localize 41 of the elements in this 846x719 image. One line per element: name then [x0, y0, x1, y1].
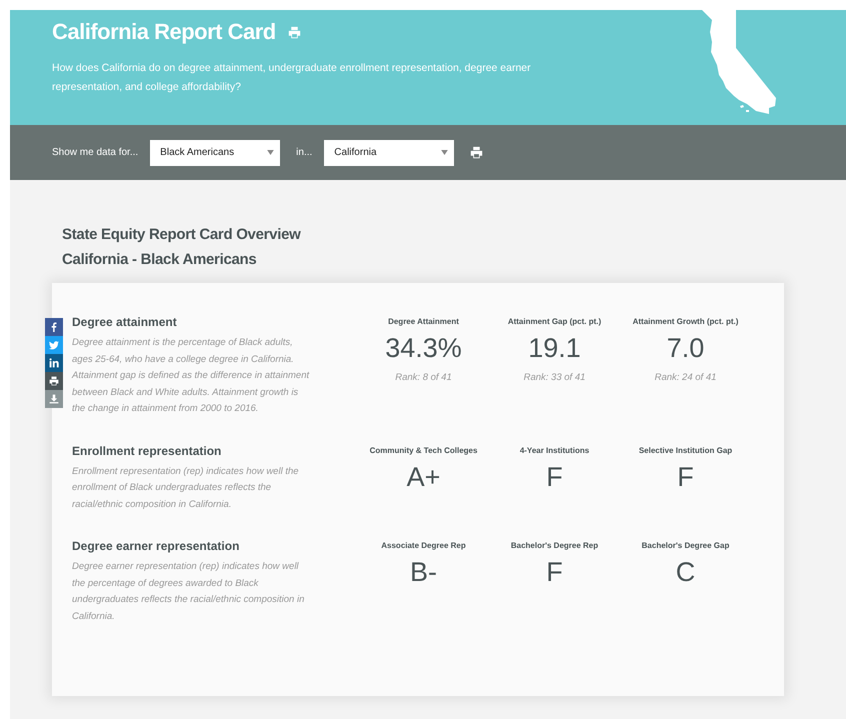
- section-subheading: California - Black Americans: [62, 251, 258, 268]
- metric-value: F: [545, 462, 564, 492]
- metric-label: Community & Tech Colleges: [368, 446, 478, 454]
- filter-label: in...: [296, 147, 312, 158]
- linkedin-icon[interactable]: [45, 354, 63, 372]
- metric-label: Attainment Gap (pct. pt.): [506, 317, 602, 326]
- metric-value: 7.0: [666, 333, 706, 364]
- printer-icon[interactable]: [470, 146, 484, 159]
- metric-rank: Rank: 24 of 41: [654, 372, 718, 383]
- printer-icon[interactable]: [45, 372, 63, 390]
- metric-group-description: Enrollment representation (rep) indicates how well the enrollment of Black undergraduates reflects the racial/ethnic composition in California.: [72, 464, 300, 512]
- metric-label: Bachelor's Degree Rep: [510, 541, 600, 550]
- section-heading: State Equity Report Card Overview: [62, 226, 302, 243]
- metric-label: 4-Year Institutions: [518, 446, 590, 454]
- metric-value: F: [676, 462, 695, 492]
- dropdown[interactable]: Black Americans: [150, 140, 280, 166]
- metric-group-title: Degree earner representation: [72, 539, 240, 553]
- metric-label: Bachelor's Degree Gap: [640, 541, 730, 550]
- dropdown[interactable]: California: [324, 140, 454, 166]
- caret-icon: [267, 150, 274, 155]
- metric-value: A+: [406, 462, 442, 492]
- metric-value: F: [545, 557, 564, 588]
- metric-group-title: Degree attainment: [72, 315, 178, 329]
- page-description: How does California do on degree attainment, undergraduate enrollment representation, degree earner representation, and college affordability?: [52, 61, 532, 95]
- metric-value: C: [674, 557, 696, 588]
- metric-value: 19.1: [527, 333, 582, 364]
- page-title: California Report Card: [52, 19, 276, 45]
- filter-label: Show me data for...: [52, 147, 138, 158]
- caret-icon: [441, 150, 448, 155]
- metric-rank: Rank: 8 of 41: [394, 372, 453, 383]
- metric-label: Associate Degree Rep: [380, 541, 467, 550]
- metric-group-description: Degree earner representation (rep) indicates how well the percentage of degrees awarded to Black undergraduates reflects the racial/ethnic composition in California.: [72, 560, 306, 624]
- metric-value: 34.3%: [384, 333, 463, 364]
- metric-label: Degree Attainment: [387, 317, 460, 326]
- metric-group-title: Enrollment representation: [72, 444, 222, 458]
- metric-label: Selective Institution Gap: [638, 446, 734, 454]
- metric-value: B-: [409, 557, 438, 588]
- metric-rank: Rank: 33 of 41: [522, 372, 586, 383]
- metric-label: Attainment Growth (pct. pt.): [632, 317, 740, 326]
- metric-group-description: Degree attainment is the percentage of Black adults, ages 25-64, who have a college degree in California. Attainment gap is defined as the difference in attainment between Black and White adults. Attainment growth is the change in attainment from 2000 to 2016.: [72, 336, 310, 416]
- facebook-icon[interactable]: [45, 318, 63, 336]
